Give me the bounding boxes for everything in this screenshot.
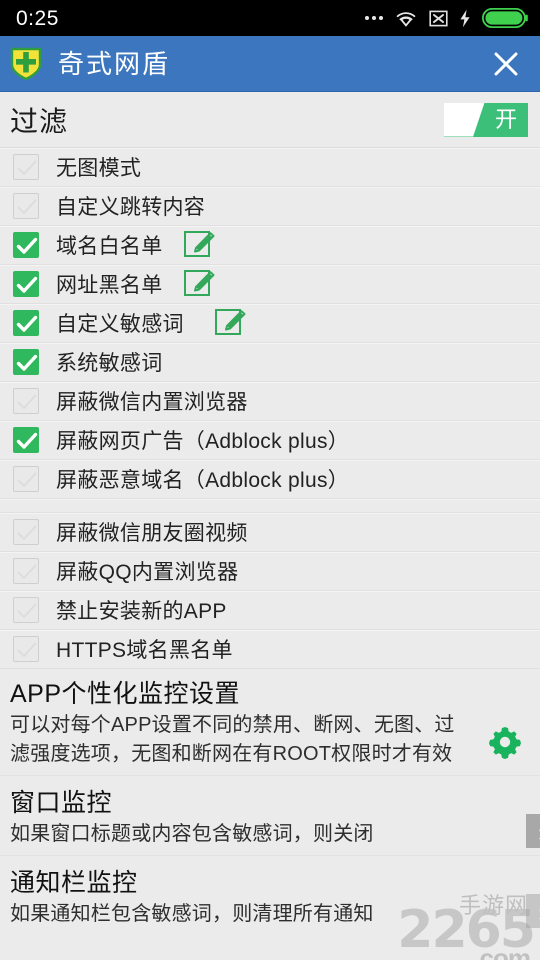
no-sim-icon <box>429 9 448 28</box>
more-dots-icon <box>365 16 383 20</box>
checkbox-checked[interactable] <box>13 349 39 375</box>
shield-icon <box>10 47 42 81</box>
list-item[interactable]: HTTPS域名黑名单 <box>0 630 540 669</box>
filter-options-group-1: 无图模式自定义跳转内容 域名白名单网址黑名单自定义敏感词 系统敏感词屏蔽微信内置浏览… <box>0 148 540 499</box>
list-item[interactable]: 自定义敏感词 <box>0 304 540 343</box>
checkbox-checked[interactable] <box>13 271 39 297</box>
page-title: 奇式网盾 <box>58 48 171 79</box>
list-item[interactable]: 系统敏感词 <box>0 343 540 382</box>
section-title: 通知栏监控 <box>10 869 138 897</box>
battery-icon <box>482 8 528 28</box>
section-description: 如果通知栏包含敏感词，则清理所有通知 <box>10 903 374 925</box>
filter-title: 过滤 <box>10 105 69 137</box>
edit-icon[interactable] <box>214 305 248 342</box>
section-notification-monitor[interactable]: 通知栏监控 如果通知栏包含敏感词，则清理所有通知 关 <box>0 856 540 935</box>
list-item-label: 屏蔽微信朋友圈视频 <box>56 522 248 545</box>
checkbox-checked[interactable] <box>13 427 39 453</box>
checkbox-unchecked[interactable] <box>13 636 39 662</box>
list-item-label: 网址黑名单 <box>56 274 163 297</box>
app-root: 0:25 奇式网盾 过滤 开 无图模式 自定义跳转内容 域名白名单 网址黑名单 … <box>0 0 540 960</box>
section-description: 如果窗口标题或内容包含敏感词，则关闭 <box>10 823 374 845</box>
list-item-label: 域名白名单 <box>56 235 163 258</box>
list-item-label: 屏蔽恶意域名（Adblock plus） <box>56 469 350 492</box>
section-divider <box>0 499 540 513</box>
list-item[interactable]: 屏蔽微信朋友圈视频 <box>0 513 540 552</box>
list-item[interactable]: 域名白名单 <box>0 226 540 265</box>
list-item-label: 屏蔽QQ内置浏览器 <box>56 561 239 584</box>
close-icon[interactable] <box>486 44 526 84</box>
list-item-label: 屏蔽微信内置浏览器 <box>56 391 248 414</box>
list-item-label: HTTPS域名黑名单 <box>56 639 233 662</box>
status-bar: 0:25 <box>0 0 540 36</box>
list-item-label: 自定义敏感词 <box>56 313 184 336</box>
list-item-label: 禁止安装新的APP <box>56 600 227 623</box>
list-item[interactable]: 无图模式 <box>0 148 540 187</box>
checkbox-unchecked[interactable] <box>13 597 39 623</box>
list-item[interactable]: 网址黑名单 <box>0 265 540 304</box>
list-item[interactable]: 屏蔽网页广告（Adblock plus） <box>0 421 540 460</box>
list-item-label: 无图模式 <box>56 157 142 180</box>
checkbox-unchecked[interactable] <box>13 388 39 414</box>
checkbox-unchecked[interactable] <box>13 519 39 545</box>
filter-header: 过滤 开 <box>0 92 540 148</box>
section-app-monitor[interactable]: APP个性化监控设置 可以对每个APP设置不同的禁用、断网、无图、过滤强度选项，… <box>0 669 540 776</box>
list-item-label: 屏蔽网页广告（Adblock plus） <box>56 430 350 453</box>
wifi-icon <box>394 9 418 27</box>
checkbox-checked[interactable] <box>13 310 39 336</box>
list-item-label: 系统敏感词 <box>56 352 163 375</box>
list-item[interactable]: 自定义跳转内容 <box>0 187 540 226</box>
edit-icon[interactable] <box>183 266 217 303</box>
section-title: APP个性化监控设置 <box>10 680 241 708</box>
filter-options-group-2: 屏蔽微信朋友圈视频 屏蔽QQ内置浏览器 禁止安装新的APP HTTPS域名黑名单 <box>0 513 540 669</box>
checkbox-unchecked[interactable] <box>13 558 39 584</box>
list-item-label: 自定义跳转内容 <box>56 196 206 219</box>
list-item[interactable]: 屏蔽恶意域名（Adblock plus） <box>0 460 540 499</box>
section-description: 可以对每个APP设置不同的禁用、断网、无图、过滤强度选项，无图和断网在有ROOT… <box>10 714 455 765</box>
gear-icon[interactable] <box>486 723 524 766</box>
charging-bolt-icon <box>459 9 471 28</box>
checkbox-unchecked[interactable] <box>13 154 39 180</box>
status-icons <box>365 8 528 28</box>
list-item[interactable]: 禁止安装新的APP <box>0 591 540 630</box>
section-window-monitor[interactable]: 窗口监控 如果窗口标题或内容包含敏感词，则关闭 关 <box>0 776 540 856</box>
filter-toggle-switch[interactable]: 开 <box>444 102 528 137</box>
edit-icon[interactable] <box>183 227 217 264</box>
title-bar: 奇式网盾 <box>0 36 540 92</box>
checkbox-checked[interactable] <box>13 232 39 258</box>
status-clock: 0:25 <box>16 6 59 30</box>
list-item[interactable]: 屏蔽微信内置浏览器 <box>0 382 540 421</box>
checkbox-unchecked[interactable] <box>13 466 39 492</box>
section-title: 窗口监控 <box>10 789 113 817</box>
checkbox-unchecked[interactable] <box>13 193 39 219</box>
list-item[interactable]: 屏蔽QQ内置浏览器 <box>0 552 540 591</box>
switch-label: 开 <box>494 106 517 132</box>
